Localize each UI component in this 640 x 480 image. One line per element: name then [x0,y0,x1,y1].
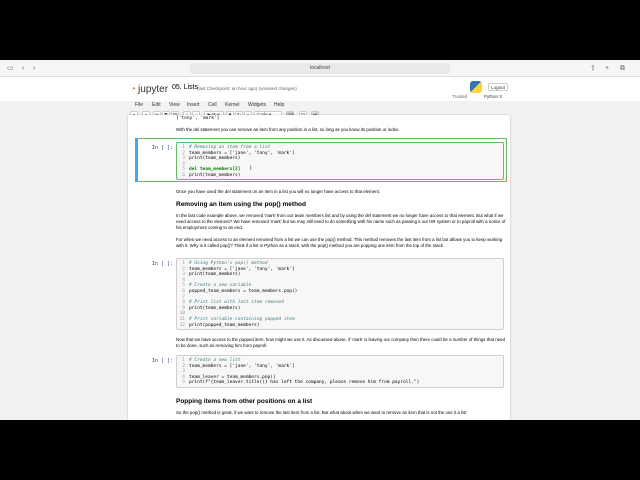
menu-help[interactable]: Help [274,102,284,108]
menu-insert[interactable]: Insert [187,102,200,108]
code-line[interactable]: 5 print(f"{team_leaver.title()} has left … [177,380,503,386]
code-text: print(popped_team_members) [189,322,260,328]
menu-file[interactable]: File [135,102,143,108]
code-text: print(team_members) [189,156,241,162]
code-text: print(team_members) [189,272,241,278]
cell-prompt: In [ ]: [152,145,174,151]
code-text: popped_team_members = team_members.pop() [189,288,298,294]
code-text: print(team_members) [189,305,241,311]
jupyter-logo-icon: ◔ [130,84,137,95]
checkpoint-status: (last Checkpoint: an hour ago) (unsaved … [197,86,297,91]
new-tab-icon[interactable]: + [605,64,609,73]
markdown-paragraph: Now that we have access to the popped it… [176,337,505,348]
share-icon[interactable]: ⇪ [590,64,596,73]
code-cell-2[interactable]: 1 # Using Python's pop() method 2 team_memb… [176,258,504,330]
section-heading: Removing an item using the pop() method [176,201,306,208]
menubar: File Edit View Insert Cell Kernel Widget… [128,101,510,111]
section-heading: Popping items from other positions on a … [176,398,313,405]
code-text: # Removing an item from a list [189,145,271,150]
code-text: team_members = ['jane', 'tony', 'mark'] [189,150,295,156]
code-text: team_members = ['jane', 'tony', 'mark'] [189,363,295,369]
sidebar-icon[interactable]: ▭ [7,64,14,73]
code-text: # Using Python's pop() method [189,261,268,266]
kernel-indicator: Python 3 [484,94,502,99]
cell-prompt: In [ ]: [152,261,174,267]
line-number: 12 [179,322,185,328]
tabs-icon[interactable]: ⧉ [620,64,625,73]
forward-icon[interactable]: › [33,64,35,73]
menu-cell[interactable]: Cell [208,102,217,108]
line-number: 5 [182,380,185,386]
logout-button[interactable]: Logout [488,83,508,91]
screen: ▭ ‹ › localhost ⇪ + ⧉ ◔ jupyter 05. Lists… [0,60,640,420]
code-line[interactable]: 12 print(popped_team_members) [177,323,503,329]
back-icon[interactable]: ‹ [22,64,24,73]
notebook-title[interactable]: 05. Lists [172,84,198,91]
line-number: 6 [182,172,185,178]
menu-kernel[interactable]: Kernel [225,102,239,108]
url-field[interactable]: localhost [190,63,450,74]
markdown-paragraph: Once you have used the del statement on … [176,189,381,194]
previous-output: ['tony', 'mark'] [176,116,220,121]
cell-prompt: In [ ]: [152,358,174,364]
code-cell-3[interactable]: 1 # Create a new list 2 team_members = ['ja… [176,355,504,388]
menu-edit[interactable]: Edit [152,102,161,108]
code-text: # Print list with last item removed [189,300,284,306]
jupyter-logo[interactable]: ◔ jupyter [130,84,168,95]
code-text: # Print variable containing popped item [189,316,295,322]
code-text: print(team_members) [189,172,241,178]
code-text: team_members = ['jane', 'tony', 'mark'] [189,266,295,272]
markdown-paragraph: So the pop() method is great, if we want… [176,410,467,415]
menu-view[interactable]: View [169,102,180,108]
markdown-paragraph: With the del statement you can remove an… [176,127,400,132]
code-text: print(f"{team_leaver.title()} has left t… [189,380,420,386]
menu-widgets[interactable]: Widgets [248,102,266,108]
code-text: del team_members[2] [189,167,241,173]
python-logo-icon [470,81,482,93]
code-line[interactable]: 6 print(team_members) [177,173,503,179]
code-cell-1[interactable]: 1 # Removing an item from a list 2 team_mem… [176,142,504,180]
browser-toolbar: ▭ ‹ › localhost ⇪ + ⧉ [0,60,640,77]
code-text: # Create a new variable [189,283,252,289]
jupyter-logo-text: jupyter [138,84,169,95]
markdown-paragraph: In the last code example above, we remov… [176,213,506,230]
code-text: # Create a new list [189,358,241,363]
notebook-container: ['tony', 'mark'] With the del statement … [128,115,510,420]
markdown-paragraph: For when we need access to an element re… [176,237,503,248]
jupyter-header: ◔ jupyter 05. Lists (last Checkpoint: an … [0,77,640,101]
text-cursor-icon: I [250,166,252,172]
trusted-indicator[interactable]: Trusted [452,94,467,99]
